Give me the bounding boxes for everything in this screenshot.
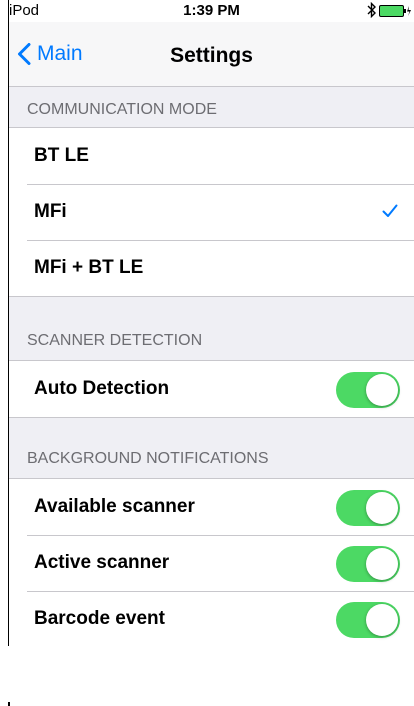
section-header-scanner-detection: SCANNER DETECTION — [9, 318, 414, 358]
section-header-background-notifications: BACKGROUND NOTIFICATIONS — [9, 436, 414, 476]
toggle-knob — [366, 374, 398, 406]
phone-screen: iPod 1:39 PM Main Settings COMMUNICATION… — [9, 0, 414, 646]
toggle-knob — [366, 604, 398, 636]
battery-charging-icon — [379, 5, 411, 17]
toggle-knob — [366, 548, 398, 580]
option-label: BT LE — [34, 145, 89, 166]
available-scanner-label: Available scanner — [34, 496, 195, 517]
section-header-label: BACKGROUND NOTIFICATIONS — [27, 450, 269, 467]
scanner-detection-group: Auto Detection — [9, 360, 414, 418]
option-mfi-bt-le[interactable]: MFi + BT LE — [9, 240, 414, 296]
device-frame-edge — [8, 702, 10, 706]
active-scanner-label: Active scanner — [34, 552, 170, 573]
option-bt-le[interactable]: BT LE — [9, 128, 414, 184]
active-scanner-row: Active scanner — [9, 535, 414, 591]
auto-detection-label: Auto Detection — [34, 378, 170, 399]
navigation-bar: Main Settings — [9, 22, 414, 87]
barcode-event-toggle[interactable] — [336, 602, 400, 638]
option-label: MFi — [34, 201, 67, 222]
status-time: 1:39 PM — [183, 2, 240, 19]
barcode-event-row: Barcode event — [9, 591, 414, 646]
status-bar: iPod 1:39 PM — [9, 0, 414, 22]
communication-mode-group: BT LE MFi MFi + BT LE — [9, 127, 414, 297]
option-mfi[interactable]: MFi — [9, 184, 414, 240]
background-notifications-group: Available scanner Active scanner Barcode… — [9, 478, 414, 646]
section-header-label: COMMUNICATION MODE — [27, 101, 217, 118]
auto-detection-toggle[interactable] — [336, 372, 400, 408]
available-scanner-row: Available scanner — [9, 479, 414, 535]
checkmark-icon — [382, 204, 398, 217]
option-label: MFi + BT LE — [34, 257, 144, 278]
section-header-communication-mode: COMMUNICATION MODE — [9, 87, 414, 127]
page-title: Settings — [170, 44, 253, 67]
active-scanner-toggle[interactable] — [336, 546, 400, 582]
toggle-knob — [366, 492, 398, 524]
available-scanner-toggle[interactable] — [336, 490, 400, 526]
bluetooth-icon — [367, 2, 376, 18]
section-header-label: SCANNER DETECTION — [27, 332, 203, 349]
auto-detection-row: Auto Detection — [9, 361, 414, 417]
barcode-event-label: Barcode event — [34, 608, 165, 629]
screen: iPod 1:39 PM Main Settings COMMUNICATION… — [0, 0, 414, 706]
